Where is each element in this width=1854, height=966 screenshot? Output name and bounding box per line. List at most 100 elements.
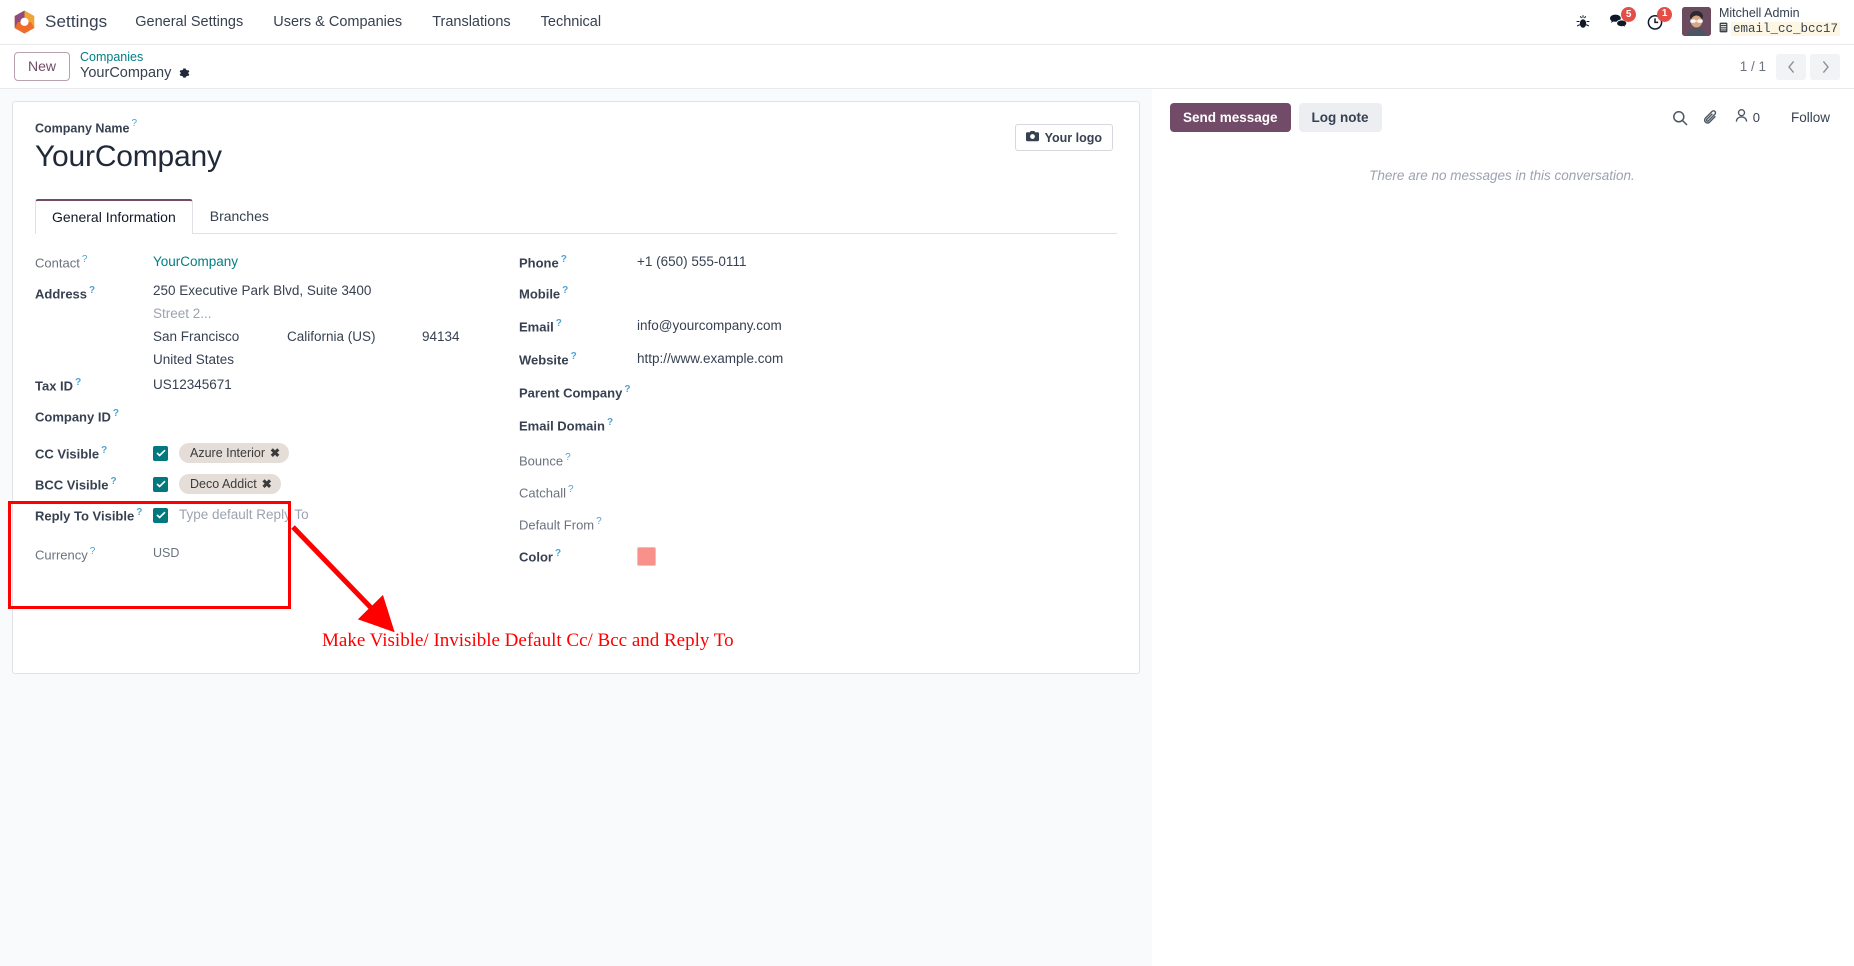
- email-domain-label: Email Domain: [519, 418, 605, 434]
- contact-label: Contact: [35, 255, 80, 271]
- reply-to-input[interactable]: Type default Reply To: [179, 505, 309, 522]
- website-input[interactable]: http://www.example.com: [637, 349, 783, 367]
- field-parent-company: Parent Company?: [519, 382, 1117, 407]
- field-bcc-visible: BCC Visible? Deco Addict ✖: [35, 473, 513, 499]
- help-icon[interactable]: ?: [110, 476, 116, 487]
- tab-general-information[interactable]: General Information: [35, 198, 193, 234]
- record-pager: 1 / 1: [1740, 53, 1840, 80]
- currency-label: Currency: [35, 547, 88, 563]
- gear-icon[interactable]: [178, 67, 191, 80]
- help-icon[interactable]: ?: [565, 452, 571, 463]
- field-contact: Contact? YourCompany: [35, 252, 513, 277]
- help-icon[interactable]: ?: [607, 417, 613, 428]
- help-icon[interactable]: ?: [561, 254, 567, 265]
- chatter-empty-message: There are no messages in this conversati…: [1369, 168, 1635, 183]
- user-menu[interactable]: Mitchell Admin email_cc_bcc17: [1681, 6, 1840, 39]
- help-icon[interactable]: ?: [562, 285, 568, 296]
- main-menu: General Settings Users & Companies Trans…: [133, 10, 603, 34]
- color-swatch[interactable]: [637, 546, 656, 566]
- help-icon[interactable]: ?: [571, 351, 577, 362]
- help-icon[interactable]: ?: [101, 445, 107, 456]
- company-name-label: Company Name: [35, 121, 130, 136]
- tax-id-label: Tax ID: [35, 378, 74, 394]
- cc-visible-checkbox[interactable]: [153, 445, 168, 461]
- reply-to-visible-label: Reply To Visible: [35, 508, 135, 524]
- address-city-input[interactable]: San Francisco: [153, 329, 287, 344]
- company-name-label-group: Company Name?: [35, 118, 1015, 137]
- help-icon[interactable]: ?: [75, 377, 81, 388]
- help-icon[interactable]: ?: [82, 254, 88, 265]
- address-state-input[interactable]: California (US): [287, 329, 422, 344]
- field-catchall: Catchall?: [519, 482, 1117, 507]
- activities-badge: 1: [1657, 6, 1672, 22]
- your-logo-label: Your logo: [1044, 130, 1102, 145]
- close-x-icon[interactable]: ✖: [270, 446, 280, 460]
- address-street2-input[interactable]: Street 2...: [153, 306, 460, 321]
- cc-tag-label: Azure Interior: [190, 445, 266, 460]
- currency-value[interactable]: USD: [153, 544, 179, 562]
- address-country-input[interactable]: United States: [153, 352, 460, 367]
- help-icon[interactable]: ?: [624, 384, 630, 395]
- bcc-default-tag[interactable]: Deco Addict ✖: [179, 473, 281, 494]
- navbar-right-tools: 5 1 Mitchell Admin email_cc_bcc17: [1575, 6, 1840, 39]
- odoo-logo-icon[interactable]: [14, 10, 35, 34]
- menu-item-users-companies[interactable]: Users & Companies: [271, 10, 404, 34]
- menu-item-general-settings[interactable]: General Settings: [133, 10, 245, 34]
- form-left-column: Contact? YourCompany Address? 250 Execut…: [35, 252, 513, 577]
- form-right-column: Phone? +1 (650) 555-0111 Mobile? Email? …: [513, 252, 1117, 577]
- contact-value[interactable]: YourCompany: [153, 252, 238, 270]
- your-logo-button[interactable]: Your logo: [1014, 124, 1113, 151]
- field-address: Address? 250 Executive Park Blvd, Suite …: [35, 283, 513, 369]
- form-tabs: General Information Branches: [35, 198, 1117, 234]
- reply-to-visible-checkbox[interactable]: [153, 507, 168, 523]
- company-name-input[interactable]: YourCompany: [35, 138, 1015, 176]
- bounce-label: Bounce: [519, 453, 564, 469]
- help-icon[interactable]: ?: [596, 516, 602, 527]
- menu-item-technical[interactable]: Technical: [539, 10, 603, 34]
- paperclip-icon[interactable]: [1703, 109, 1719, 126]
- follow-button[interactable]: Follow: [1787, 104, 1834, 131]
- phone-input[interactable]: +1 (650) 555-0111: [637, 252, 746, 270]
- company-id-label: Company ID: [35, 409, 111, 425]
- bug-icon[interactable]: [1575, 14, 1591, 30]
- help-icon[interactable]: ?: [90, 546, 96, 557]
- help-icon[interactable]: ?: [89, 285, 95, 296]
- help-icon[interactable]: ?: [568, 484, 574, 495]
- pager-previous-button[interactable]: [1776, 53, 1806, 80]
- catchall-label: Catchall: [519, 485, 566, 501]
- help-icon[interactable]: ?: [136, 507, 142, 518]
- form-sheet: Company Name? YourCompany Your logo Gene…: [12, 101, 1140, 674]
- parent-company-label: Parent Company: [519, 385, 623, 401]
- help-icon[interactable]: ?: [113, 408, 119, 419]
- address-zip-input[interactable]: 94134: [422, 329, 460, 344]
- field-email: Email? info@yourcompany.com: [519, 316, 1117, 341]
- search-icon[interactable]: [1672, 110, 1688, 126]
- address-block: 250 Executive Park Blvd, Suite 3400 Stre…: [153, 283, 460, 369]
- help-icon[interactable]: ?: [556, 318, 562, 329]
- field-mobile: Mobile?: [519, 283, 1117, 308]
- close-x-icon[interactable]: ✖: [262, 477, 272, 491]
- help-icon[interactable]: ?: [555, 548, 561, 559]
- camera-icon: [1025, 130, 1039, 145]
- pager-next-button[interactable]: [1810, 53, 1840, 80]
- bcc-visible-checkbox[interactable]: [153, 476, 168, 492]
- cc-default-tag[interactable]: Azure Interior ✖: [179, 442, 290, 463]
- website-label: Website: [519, 352, 569, 368]
- address-street-input[interactable]: 250 Executive Park Blvd, Suite 3400: [153, 283, 460, 298]
- log-note-button[interactable]: Log note: [1298, 103, 1382, 132]
- new-button[interactable]: New: [14, 52, 71, 81]
- breadcrumb-parent-companies[interactable]: Companies: [80, 50, 191, 65]
- messages-icon[interactable]: 5: [1609, 7, 1636, 30]
- app-name[interactable]: Settings: [45, 12, 107, 32]
- chatter-tools: 0 Follow: [1672, 104, 1834, 131]
- tax-id-input[interactable]: US12345671: [153, 375, 232, 393]
- field-company-id: Company ID?: [35, 406, 513, 431]
- email-label: Email: [519, 319, 554, 335]
- help-icon[interactable]: ?: [131, 118, 137, 129]
- send-message-button[interactable]: Send message: [1170, 103, 1291, 132]
- email-input[interactable]: info@yourcompany.com: [637, 316, 782, 334]
- clock-activities-icon[interactable]: 1: [1646, 6, 1672, 31]
- tab-branches[interactable]: Branches: [193, 199, 286, 234]
- followers-button[interactable]: 0: [1734, 108, 1760, 128]
- menu-item-translations[interactable]: Translations: [430, 10, 512, 34]
